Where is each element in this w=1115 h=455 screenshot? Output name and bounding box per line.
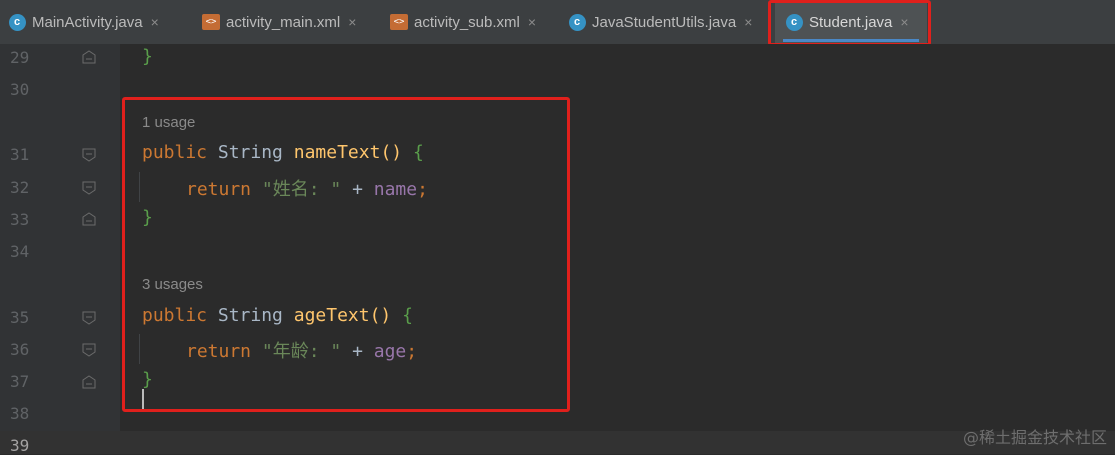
line-number: 38 bbox=[10, 404, 30, 423]
close-icon[interactable]: × bbox=[151, 14, 159, 30]
close-icon[interactable]: × bbox=[348, 14, 356, 30]
fold-end-icon[interactable] bbox=[82, 50, 96, 64]
tab-activity-main-xml[interactable]: <> activity_main.xml × bbox=[202, 0, 384, 44]
fold-start-icon[interactable] bbox=[82, 148, 96, 162]
code-annotation-box bbox=[122, 97, 570, 412]
current-line-highlight bbox=[0, 431, 1115, 454]
line-number: 33 bbox=[10, 210, 30, 229]
watermark: @稀土掘金技术社区 bbox=[962, 428, 1107, 447]
tab-javastudentutils[interactable]: c JavaStudentUtils.java × bbox=[568, 0, 768, 44]
tab-annotation-box bbox=[768, 0, 931, 46]
xml-layout-icon: <> bbox=[390, 13, 408, 31]
fold-end-icon[interactable] bbox=[82, 212, 96, 226]
line-number: 34 bbox=[10, 242, 30, 261]
tab-label: activity_main.xml bbox=[226, 13, 341, 31]
tab-label: MainActivity.java bbox=[32, 13, 143, 31]
fold-end-icon[interactable] bbox=[82, 375, 96, 389]
gutter-divider bbox=[120, 44, 121, 454]
line-number: 39 bbox=[10, 436, 30, 455]
line-number: 30 bbox=[10, 80, 30, 99]
fold-start-icon[interactable] bbox=[82, 181, 96, 195]
close-icon[interactable]: × bbox=[528, 14, 536, 30]
fold-start-icon[interactable] bbox=[82, 311, 96, 325]
fold-start-icon[interactable] bbox=[82, 343, 96, 357]
tab-activity-sub-xml[interactable]: <> activity_sub.xml × bbox=[390, 0, 562, 44]
tab-label: activity_sub.xml bbox=[414, 13, 520, 31]
code-line-29[interactable]: } bbox=[142, 46, 153, 67]
tab-label: JavaStudentUtils.java bbox=[592, 13, 737, 31]
xml-layout-icon: <> bbox=[202, 13, 220, 31]
line-number: 37 bbox=[10, 372, 30, 391]
class-icon: c bbox=[8, 13, 26, 31]
line-number: 32 bbox=[10, 178, 30, 197]
class-icon: c bbox=[568, 13, 586, 31]
tab-mainactivity[interactable]: c MainActivity.java × bbox=[8, 0, 196, 44]
close-icon[interactable]: × bbox=[744, 14, 752, 30]
editor-tab-bar: c MainActivity.java × <> activity_main.x… bbox=[0, 0, 1115, 45]
line-number: 29 bbox=[10, 48, 30, 67]
line-number: 35 bbox=[10, 308, 30, 327]
line-number: 31 bbox=[10, 145, 30, 164]
line-number: 36 bbox=[10, 340, 30, 359]
